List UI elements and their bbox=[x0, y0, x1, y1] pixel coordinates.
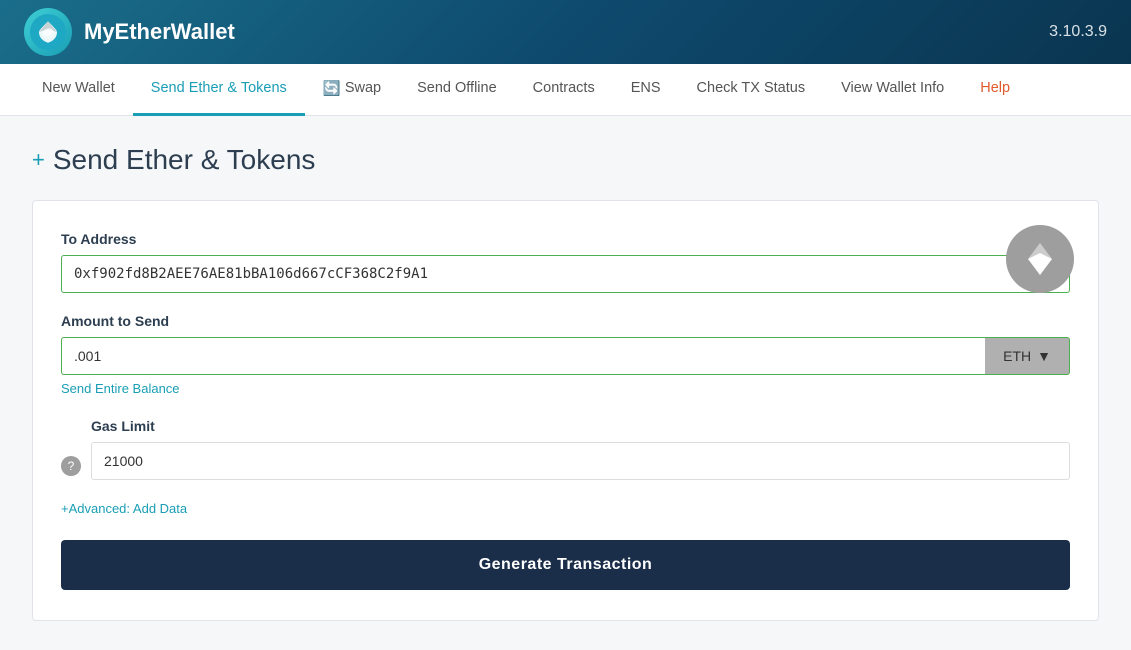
gas-limit-group: ? Gas Limit bbox=[61, 418, 1070, 480]
advanced-add-data-link[interactable]: +Advanced: Add Data bbox=[61, 501, 187, 516]
nav-item-new-wallet[interactable]: New Wallet bbox=[24, 64, 133, 116]
logo bbox=[24, 8, 72, 56]
amount-row: ETH ▼ bbox=[61, 337, 1070, 375]
amount-group: Amount to Send ETH ▼ Send Entire Balance bbox=[61, 313, 1070, 398]
header-left: MyEtherWallet bbox=[24, 8, 235, 56]
currency-label: ETH bbox=[1003, 348, 1031, 364]
amount-input[interactable] bbox=[61, 337, 985, 375]
nav-item-ens[interactable]: ENS bbox=[613, 64, 679, 116]
eth-logo bbox=[1006, 225, 1074, 293]
gas-limit-label: Gas Limit bbox=[91, 418, 1070, 434]
page-content: + Send Ether & Tokens To Address Amount … bbox=[0, 116, 1131, 649]
nav-item-contracts[interactable]: Contracts bbox=[515, 64, 613, 116]
header: MyEtherWallet 3.10.3.9 bbox=[0, 0, 1131, 64]
page-title: Send Ether & Tokens bbox=[53, 144, 316, 176]
to-address-label: To Address bbox=[61, 231, 1070, 247]
currency-dropdown-btn[interactable]: ETH ▼ bbox=[985, 337, 1070, 375]
app-version: 3.10.3.9 bbox=[1049, 23, 1107, 41]
dropdown-arrow-icon: ▼ bbox=[1037, 348, 1051, 364]
to-address-group: To Address bbox=[61, 231, 1070, 293]
plus-icon: + bbox=[32, 147, 45, 173]
gas-field-wrapper: Gas Limit bbox=[91, 418, 1070, 480]
nav-item-send-ether-tokens[interactable]: Send Ether & Tokens bbox=[133, 64, 305, 116]
gas-limit-input[interactable] bbox=[91, 442, 1070, 480]
form-card: To Address Amount to Send ETH ▼ Send Ent… bbox=[32, 200, 1099, 621]
to-address-input[interactable] bbox=[61, 255, 1070, 293]
nav: New Wallet Send Ether & Tokens 🔄Swap Sen… bbox=[0, 64, 1131, 116]
gas-help-icon[interactable]: ? bbox=[61, 456, 81, 476]
app-name: MyEtherWallet bbox=[84, 19, 235, 45]
swap-icon: 🔄 bbox=[323, 80, 341, 97]
send-entire-balance-link[interactable]: Send Entire Balance bbox=[61, 381, 180, 396]
nav-item-send-offline[interactable]: Send Offline bbox=[399, 64, 515, 116]
generate-transaction-button[interactable]: Generate Transaction bbox=[61, 540, 1070, 590]
amount-label: Amount to Send bbox=[61, 313, 1070, 329]
nav-item-help[interactable]: Help bbox=[962, 64, 1028, 116]
nav-item-view-wallet-info[interactable]: View Wallet Info bbox=[823, 64, 962, 116]
nav-item-check-tx-status[interactable]: Check TX Status bbox=[679, 64, 824, 116]
page-title-row: + Send Ether & Tokens bbox=[32, 144, 1099, 176]
nav-item-swap[interactable]: 🔄Swap bbox=[305, 64, 399, 116]
